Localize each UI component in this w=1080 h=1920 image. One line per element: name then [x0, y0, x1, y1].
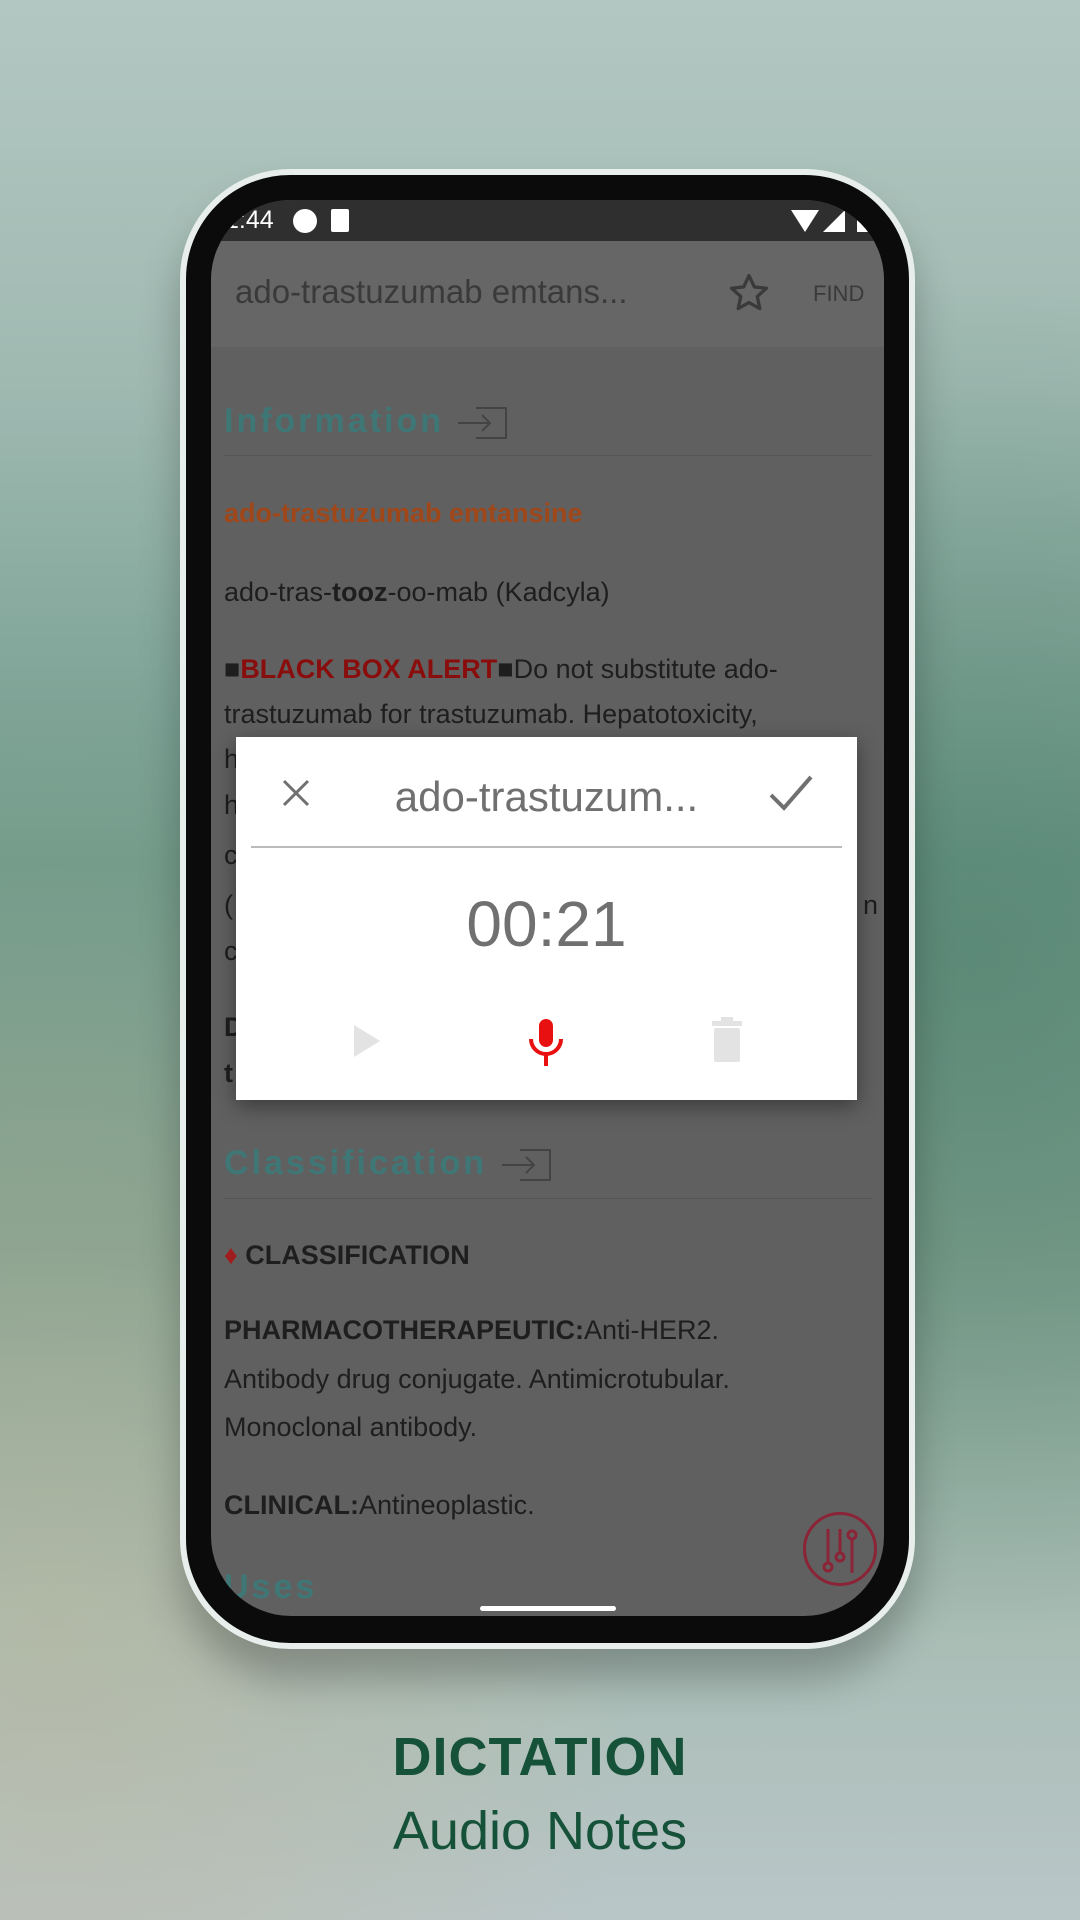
drug-name: ado-trastuzumab emtansine [224, 498, 583, 528]
home-indicator[interactable] [480, 1606, 616, 1611]
recording-timer: 00:21 [466, 888, 627, 960]
app-bar: ado-trastuzumab emtans... FIND [211, 241, 884, 347]
banner-title: DICTATION [392, 1727, 688, 1787]
notification-icon [293, 209, 317, 233]
pharma-text: Antibody drug conjugate. Antimicrotubula… [224, 1364, 730, 1394]
divider [224, 455, 872, 456]
dictation-dialog: ado-trastuzum... 00:21 [236, 737, 857, 1100]
pharma-text: Monoclonal antibody. [224, 1412, 478, 1442]
divider [251, 846, 842, 848]
find-button[interactable]: FIND [813, 281, 864, 307]
section-classification[interactable]: Classification [224, 1144, 552, 1183]
black-box-alert: ■BLACK BOX ALERT■Do not substitute ado- [224, 654, 778, 684]
status-time: 1:44 [225, 206, 274, 234]
pharmacotherapeutic: PHARMACOTHERAPEUTIC:Anti-HER2. [224, 1315, 720, 1345]
wifi-icon [791, 210, 819, 232]
classification-label: ♦ CLASSIFICATION [224, 1240, 470, 1270]
section-information[interactable]: Information [224, 402, 508, 441]
text-fragment: t [224, 1058, 233, 1088]
enter-icon [458, 407, 508, 440]
dialog-title: ado-trastuzum... [394, 773, 699, 820]
sd-card-icon [331, 209, 349, 232]
star-icon[interactable] [727, 271, 771, 315]
battery-icon [857, 210, 869, 232]
trash-icon[interactable] [710, 1017, 744, 1063]
page-title: ado-trastuzumab emtans... [235, 273, 628, 310]
section-heading: Classification [224, 1144, 488, 1182]
settings-sliders-button[interactable] [803, 1512, 877, 1586]
diamond-icon: ♦ [224, 1240, 238, 1270]
clinical: CLINICAL:Antineoplastic. [224, 1490, 535, 1520]
check-icon[interactable] [768, 773, 814, 813]
microphone-icon[interactable] [526, 1017, 566, 1067]
black-box-text: trastuzumab for trastuzumab. Hepatotoxic… [224, 699, 758, 729]
text-fragment: n [863, 890, 879, 920]
text-fragment: ( [224, 890, 233, 920]
section-uses[interactable]: Uses [224, 1568, 317, 1607]
signal-icon [823, 210, 845, 232]
status-bar: 1:44 [211, 200, 884, 241]
enter-icon [501, 1149, 551, 1182]
pronunciation: ado-tras-tooz-oo-mab (Kadcyla) [224, 577, 610, 607]
banner-subtitle: Audio Notes [392, 1801, 688, 1861]
divider [224, 1198, 872, 1199]
sliders-icon [822, 1529, 858, 1573]
play-icon[interactable] [352, 1023, 382, 1059]
section-heading: Information [224, 402, 444, 440]
